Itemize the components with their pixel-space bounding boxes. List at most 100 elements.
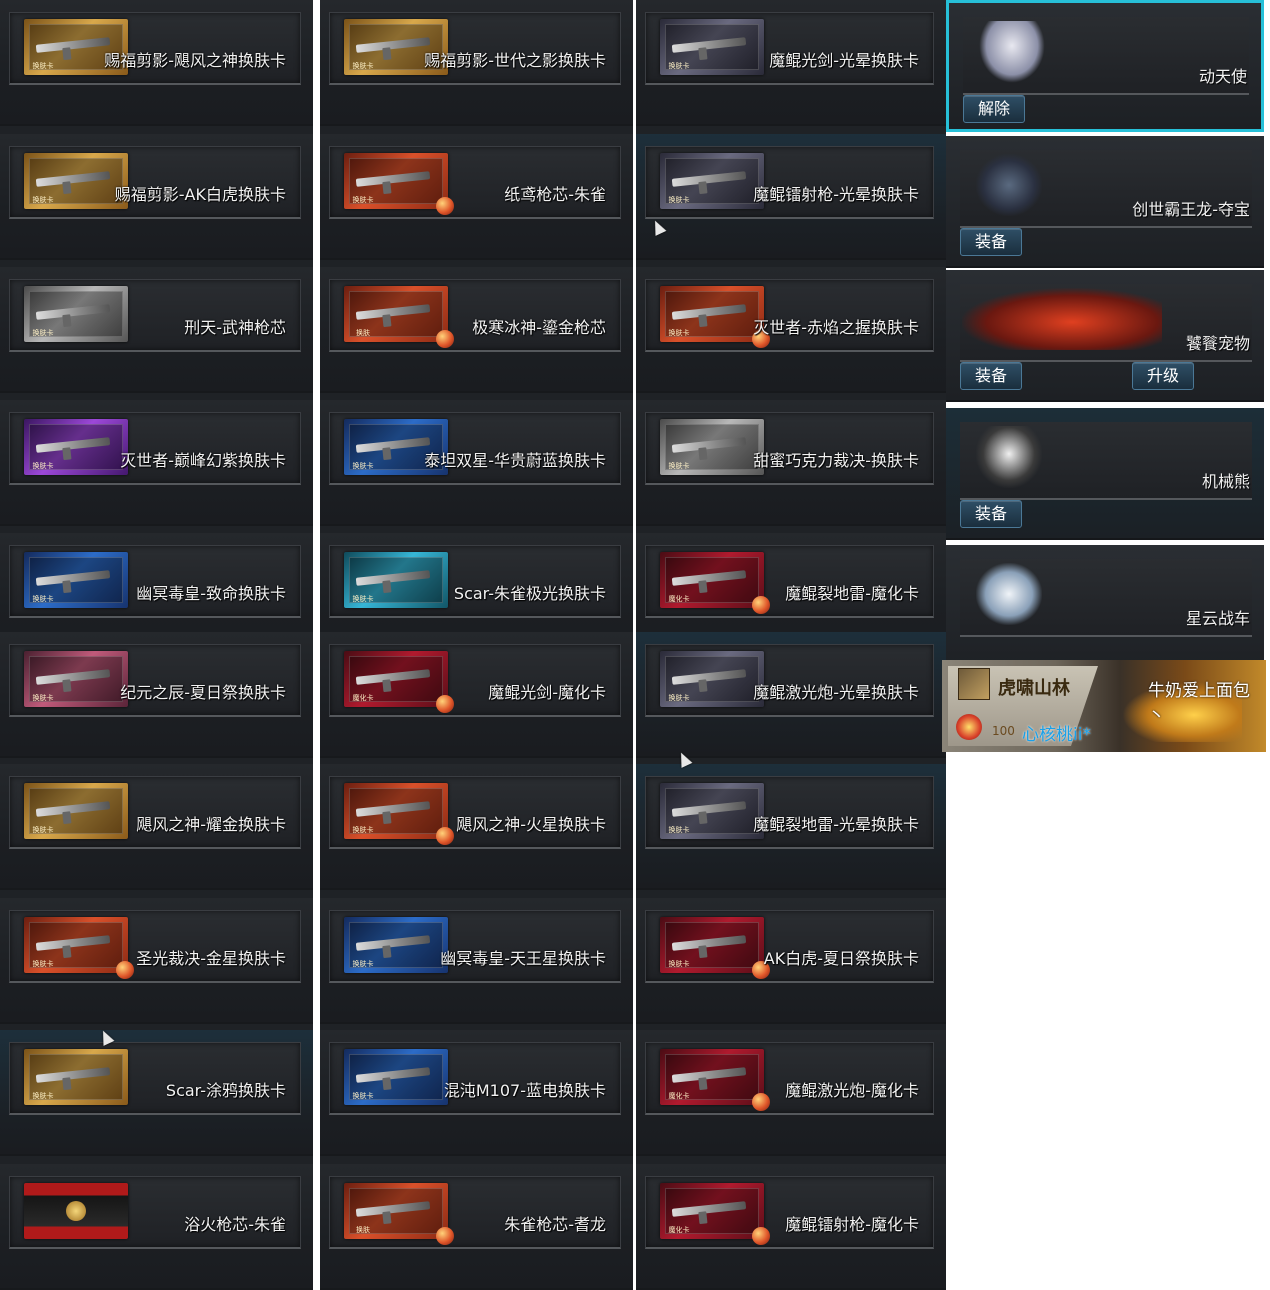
item-panel: 换肤卡 魔鲲镭射枪-光晕换肤卡 xyxy=(645,146,934,219)
pet-item[interactable]: 动天使解除 xyxy=(946,0,1264,132)
item-panel: 换肤卡 魔鲲激光炮-光晕换肤卡 xyxy=(645,644,934,717)
weapon-card-thumbnail: 换肤卡 xyxy=(24,552,128,608)
item-panel: 换肤卡 纪元之辰-夏日祭换肤卡 xyxy=(9,644,301,717)
item-name: 魔鲲镭射枪-光晕换肤卡 xyxy=(753,185,919,204)
skin-card-item[interactable]: 魔化卡 魔鲲激光炮-魔化卡 xyxy=(636,1030,946,1156)
card-tag: 换肤卡 xyxy=(32,62,54,70)
weapon-card-thumbnail: 换肤卡 xyxy=(24,286,128,342)
item-name: 灭世者-赤焰之握换肤卡 xyxy=(753,318,919,337)
equip-button[interactable]: 装备 xyxy=(960,500,1023,528)
upgrade-button[interactable]: 升级 xyxy=(1132,362,1195,390)
weapon-card-thumbnail: 换肤卡 xyxy=(344,783,454,845)
item-panel: 换肤卡 Scar-朱雀极光换肤卡 xyxy=(329,545,621,618)
pet-item[interactable]: 星云战车 xyxy=(946,545,1264,677)
skin-card-item[interactable]: 换肤卡 魔鲲激光炮-光晕换肤卡 xyxy=(636,632,946,758)
skin-card-item[interactable]: 换肤卡 飓风之神-耀金换肤卡 xyxy=(0,764,313,890)
banner-message: 牛奶爱上面包丶 xyxy=(1148,681,1250,726)
skin-card-item[interactable]: 换肤 极寒冰神-鎏金枪芯 xyxy=(320,267,633,393)
item-panel: 换肤卡 赐福剪影-AK白虎换肤卡 xyxy=(9,146,301,219)
item-name: 圣光裁决-金星换肤卡 xyxy=(136,949,286,968)
item-name: 纸鸢枪芯-朱雀 xyxy=(504,185,606,204)
card-tag: 换肤 xyxy=(356,1226,370,1234)
item-panel: 换肤卡 刑天-武神枪芯 xyxy=(9,279,301,352)
skin-card-item[interactable]: 魔化卡 魔鲲光剑-魔化卡 xyxy=(320,632,633,758)
unequip-button[interactable]: 解除 xyxy=(963,95,1026,123)
skin-card-item[interactable]: 换肤卡 刑天-武神枪芯 xyxy=(0,267,313,393)
item-name: 泰坦双星-华贵蔚蓝换肤卡 xyxy=(424,451,606,470)
player-banner[interactable]: 虎啸山林 100 心核桃ii* 牛奶爱上面包丶 xyxy=(942,660,1266,752)
card-tag: 换肤卡 xyxy=(32,462,54,470)
skin-card-item[interactable]: 换肤卡 灭世者-赤焰之握换肤卡 xyxy=(636,267,946,393)
card-tag: 换肤卡 xyxy=(668,329,690,337)
skin-card-item[interactable]: 换肤 朱雀枪芯-耆龙 xyxy=(320,1164,633,1290)
pet-name: 创世霸王龙-夺宝 xyxy=(1132,200,1250,219)
pet-portrait-icon xyxy=(979,21,1045,83)
item-name: 幽冥毒皇-致命换肤卡 xyxy=(136,584,286,603)
item-panel: 换肤卡 赐福剪影-世代之影换肤卡 xyxy=(329,12,621,85)
skin-card-item[interactable]: 换肤卡 魔鲲裂地雷-光晕换肤卡 xyxy=(636,764,946,890)
skin-card-item[interactable]: 换肤卡 纪元之辰-夏日祭换肤卡 xyxy=(0,632,313,758)
item-panel: 换肤卡 灭世者-巅峰幻紫换肤卡 xyxy=(9,412,301,485)
weapon-card-thumbnail: 换肤 xyxy=(344,1183,454,1245)
weapon-card-thumbnail: 换肤卡 xyxy=(660,783,764,839)
card-tag: 换肤 xyxy=(356,329,370,337)
skin-card-item[interactable]: 换肤卡 赐福剪影-飓风之神换肤卡 xyxy=(0,0,313,126)
weapon-card-thumbnail: 换肤卡 xyxy=(344,917,448,973)
skin-card-item[interactable]: 换肤卡 Scar-涂鸦换肤卡 xyxy=(0,1030,313,1156)
item-panel: 魔化卡 魔鲲光剑-魔化卡 xyxy=(329,644,621,717)
item-name: 魔鲲激光炮-光晕换肤卡 xyxy=(753,683,919,702)
orb-badge-icon xyxy=(436,827,454,845)
item-name: 飓风之神-火星换肤卡 xyxy=(456,815,606,834)
card-tag: 魔化卡 xyxy=(668,595,690,603)
item-name: AK白虎-夏日祭换肤卡 xyxy=(763,949,919,968)
equip-button[interactable]: 装备 xyxy=(960,362,1023,390)
item-name: 混沌M107-蓝电换肤卡 xyxy=(443,1081,606,1100)
item-panel: 换肤卡 泰坦双星-华贵蔚蓝换肤卡 xyxy=(329,412,621,485)
skin-card-item[interactable]: 浴火枪芯-朱雀 xyxy=(0,1164,313,1290)
weapon-card-thumbnail: 换肤卡 xyxy=(344,1049,448,1105)
card-tag: 换肤卡 xyxy=(668,960,690,968)
weapon-card-thumbnail: 换肤卡 xyxy=(344,153,454,215)
card-tag: 换肤卡 xyxy=(32,595,54,603)
item-name: 魔鲲光剑-光晕换肤卡 xyxy=(769,51,919,70)
skin-card-item[interactable]: 换肤卡 赐福剪影-世代之影换肤卡 xyxy=(320,0,633,126)
pet-name: 动天使 xyxy=(1198,67,1247,86)
item-name: 魔鲲裂地雷-光晕换肤卡 xyxy=(753,815,919,834)
card-tag: 换肤卡 xyxy=(32,196,54,204)
skin-card-item[interactable]: 换肤卡 AK白虎-夏日祭换肤卡 xyxy=(636,898,946,1024)
orb-badge-icon xyxy=(436,330,454,348)
crest-icon xyxy=(66,1201,86,1221)
skin-card-item[interactable]: 换肤卡 魔鲲光剑-光晕换肤卡 xyxy=(636,0,946,126)
weapon-card-thumbnail: 魔化卡 xyxy=(344,651,454,713)
card-tag: 换肤卡 xyxy=(32,960,54,968)
guild-name: 虎啸山林 xyxy=(998,678,1070,699)
card-tag: 魔化卡 xyxy=(668,1092,690,1100)
item-name: Scar-涂鸦换肤卡 xyxy=(165,1081,286,1100)
item-name: 飓风之神-耀金换肤卡 xyxy=(136,815,286,834)
skin-card-item[interactable]: 换肤卡 泰坦双星-华贵蔚蓝换肤卡 xyxy=(320,400,633,526)
pet-item[interactable]: 饕餮宠物 装备 升级 xyxy=(946,270,1264,402)
item-panel: 换肤卡 幽冥毒皇-天王星换肤卡 xyxy=(329,910,621,983)
weapon-card-thumbnail: 换肤卡 xyxy=(660,286,770,348)
skin-card-item[interactable]: 换肤卡 飓风之神-火星换肤卡 xyxy=(320,764,633,890)
skin-card-item[interactable]: 换肤卡 混沌M107-蓝电换肤卡 xyxy=(320,1030,633,1156)
item-name: 魔鲲光剑-魔化卡 xyxy=(488,683,606,702)
skin-card-item[interactable]: 换肤卡 纸鸢枪芯-朱雀 xyxy=(320,134,633,260)
card-tag: 换肤卡 xyxy=(352,595,374,603)
item-panel: 换肤卡 Scar-涂鸦换肤卡 xyxy=(9,1042,301,1115)
weapon-card-thumbnail: 换肤卡 xyxy=(24,651,128,707)
pet-name: 机械熊 xyxy=(1201,472,1250,491)
card-tag: 换肤卡 xyxy=(32,329,54,337)
skin-card-item[interactable]: 换肤卡 甜蜜巧克力裁决-换肤卡 xyxy=(636,400,946,526)
weapon-card-thumbnail: 换肤卡 xyxy=(660,419,764,475)
skin-card-item[interactable]: 换肤卡 幽冥毒皇-天王星换肤卡 xyxy=(320,898,633,1024)
skin-card-item[interactable]: 换肤卡 魔鲲镭射枪-光晕换肤卡 xyxy=(636,134,946,260)
skin-card-item[interactable]: 换肤卡 圣光裁决-金星换肤卡 xyxy=(0,898,313,1024)
pet-item[interactable]: 创世霸王龙-夺宝装备 xyxy=(946,136,1264,268)
equip-button[interactable]: 装备 xyxy=(960,228,1023,256)
pet-item[interactable]: 机械熊装备 xyxy=(946,408,1264,540)
skin-card-item[interactable]: 换肤卡 赐福剪影-AK白虎换肤卡 xyxy=(0,134,313,260)
skin-card-item[interactable]: 魔化卡 魔鲲镭射枪-魔化卡 xyxy=(636,1164,946,1290)
item-name: Scar-朱雀极光换肤卡 xyxy=(453,584,606,603)
skin-card-item[interactable]: 换肤卡 灭世者-巅峰幻紫换肤卡 xyxy=(0,400,313,526)
